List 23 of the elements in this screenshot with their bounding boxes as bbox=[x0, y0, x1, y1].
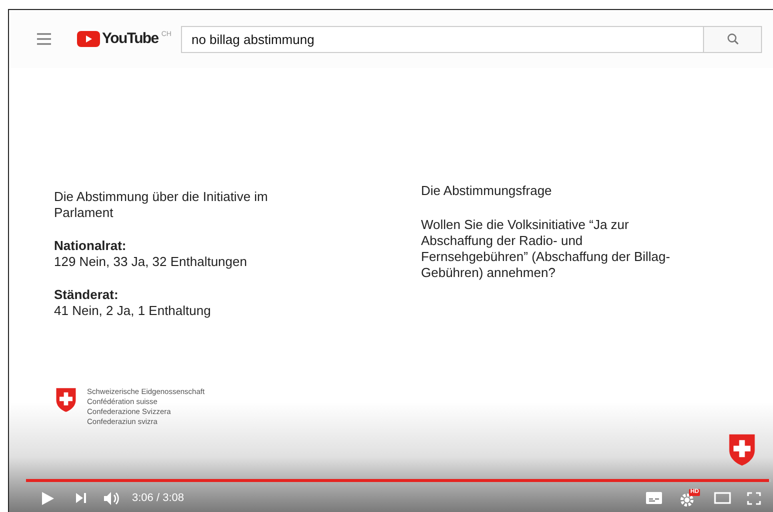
search-field[interactable]: no billag abstimmung bbox=[181, 26, 704, 52]
next-icon[interactable] bbox=[76, 493, 86, 503]
swiss-emblem-icon bbox=[55, 387, 77, 413]
slide-heading: Die Abstimmung über die Initiative im Parlament bbox=[54, 189, 269, 221]
section-heading: Ständerat: bbox=[54, 287, 120, 303]
vote-result: 129 Nein, 33 Ja, 32 Enthaltungen bbox=[54, 254, 248, 270]
play-icon[interactable] bbox=[42, 492, 54, 504]
play-logo-icon bbox=[77, 31, 100, 47]
fullscreen-icon[interactable] bbox=[747, 492, 761, 504]
logo-text[interactable]: YouTube bbox=[102, 31, 158, 47]
theater-mode-icon[interactable] bbox=[714, 492, 731, 504]
watermark-emblem-icon bbox=[727, 433, 757, 467]
section-heading: Nationalrat: bbox=[54, 238, 128, 254]
vote-result: 41 Nein, 2 Ja, 1 Enthaltung bbox=[54, 303, 212, 319]
search-icon bbox=[726, 33, 739, 45]
slide-heading: Die Abstimmungsfrage bbox=[421, 183, 553, 199]
subtitles-icon[interactable] bbox=[646, 492, 662, 504]
settings-icon[interactable] bbox=[680, 493, 694, 507]
volume-icon[interactable] bbox=[104, 492, 120, 504]
question-text: Wollen Sie die Volksinitiative “Ja zur Abschaffung der Radio- und Fernsehgebühren” (Abschaffung der Billag-Gebühren) annehmen? bbox=[421, 217, 672, 281]
search-button[interactable] bbox=[704, 26, 762, 52]
time-display: 3:06 / 3:08 bbox=[132, 490, 184, 506]
menu-icon[interactable] bbox=[37, 33, 51, 45]
